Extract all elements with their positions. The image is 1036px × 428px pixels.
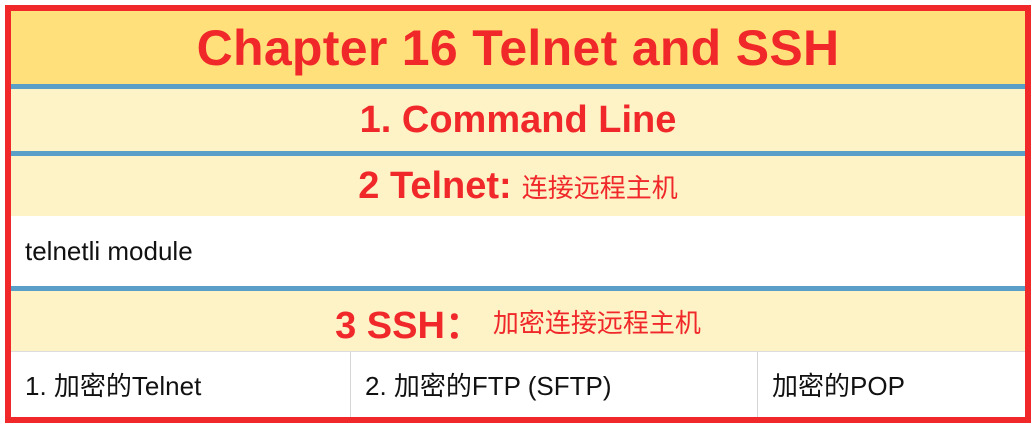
- ssh-item-cell: 加密的POP: [758, 352, 1025, 417]
- ssh-item-text: 1. 加密的Telnet: [25, 371, 202, 401]
- section-command-line: 1. Command Line: [11, 89, 1025, 151]
- section-subtitle: 加密连接远程主机: [492, 307, 701, 338]
- ssh-item-text: 2. 加密的FTP (SFTP): [365, 371, 612, 401]
- section-heading: 3 SSH：: [335, 304, 483, 347]
- module-text: telnetli module: [25, 235, 193, 266]
- section-telnet: 2 Telnet: 连接远程主机: [11, 156, 1025, 216]
- mindmap-frame: Chapter 16 Telnet and SSH 1. Command Lin…: [5, 5, 1031, 423]
- section-ssh: 3 SSH： 加密连接远程主机: [11, 291, 1025, 351]
- chapter-title: Chapter 16 Telnet and SSH: [196, 19, 840, 76]
- ssh-item-text: 加密的POP: [772, 371, 905, 401]
- telnet-module-row: telnetli module: [11, 216, 1025, 286]
- ssh-items-row: 1. 加密的Telnet 2. 加密的FTP (SFTP) 加密的POP: [11, 351, 1025, 417]
- section-heading: 2 Telnet:: [358, 164, 512, 207]
- ssh-item-cell: 1. 加密的Telnet: [11, 352, 351, 417]
- section-heading: 1. Command Line: [359, 98, 677, 141]
- section-subtitle: 连接远程主机: [521, 172, 678, 203]
- ssh-item-cell: 2. 加密的FTP (SFTP): [351, 352, 758, 417]
- title-row: Chapter 16 Telnet and SSH: [11, 11, 1025, 84]
